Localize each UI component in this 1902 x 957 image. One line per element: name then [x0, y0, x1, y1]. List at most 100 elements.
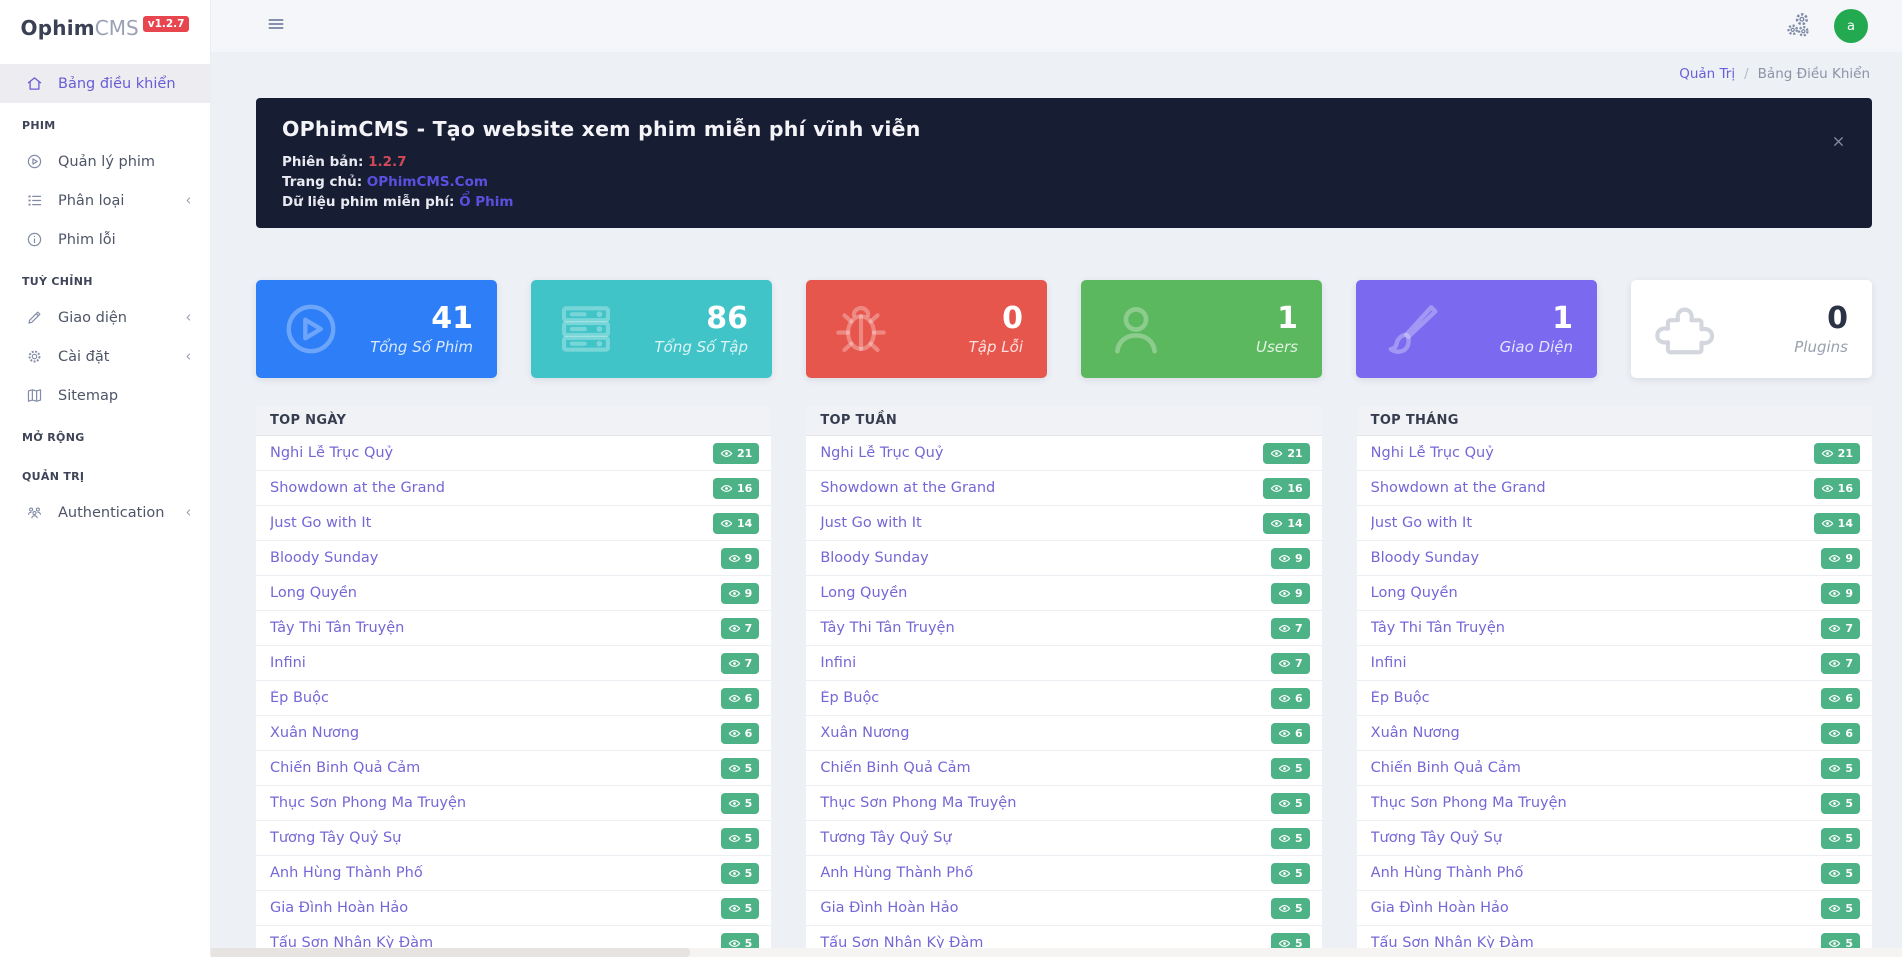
sidebar-item-phim-loi[interactable]: Phim lỗi	[0, 220, 210, 259]
movie-title-link[interactable]: Tây Thi Tân Truyện	[270, 620, 404, 636]
sidebar-item-cai-dat[interactable]: Cài đặt	[0, 337, 210, 376]
sidebar-nav: Bảng điều khiển PHIM Quản lý phim Phân l…	[0, 56, 210, 532]
movie-title-link[interactable]: Ép Buộc	[1371, 690, 1430, 706]
list-item: Nghi Lễ Trục Quỷ 21	[1356, 436, 1872, 471]
movie-title-link[interactable]: Just Go with It	[270, 515, 371, 531]
list-item: Gia Đình Hoàn Hảo 5	[256, 891, 772, 926]
movie-title-link[interactable]: Tây Thi Tân Truyện	[820, 620, 954, 636]
list-item: Tây Thi Tân Truyện 7	[806, 611, 1322, 646]
movie-title-link[interactable]: Long Quyền	[820, 585, 907, 601]
list-item: Tương Tây Quỷ Sự 5	[1356, 821, 1872, 856]
movie-title-link[interactable]: Gia Đình Hoàn Hảo	[270, 900, 408, 916]
sidebar-item-quan-ly-phim[interactable]: Quản lý phim	[0, 142, 210, 181]
movie-title-link[interactable]: Just Go with It	[820, 515, 921, 531]
banner-line: Trang chủ: OPhimCMS.Com	[282, 172, 1846, 192]
sidebar-item-phan-loai[interactable]: Phân loại	[0, 181, 210, 220]
movie-title-link[interactable]: Xuân Nương	[820, 725, 909, 741]
banner-line: Dữ liệu phim miễn phí: Ổ Phim	[282, 192, 1846, 212]
movie-title-link[interactable]: Chiến Binh Quả Cảm	[270, 760, 420, 776]
movie-title-link[interactable]: Ép Buộc	[270, 690, 329, 706]
movie-title-link[interactable]: Chiến Binh Quả Cảm	[1371, 760, 1521, 776]
list-icon	[26, 192, 43, 209]
views-badge: 5	[720, 792, 760, 814]
stat-card-tap-loi[interactable]: 0 Tập Lỗi	[806, 280, 1047, 378]
hamburger-menu-button[interactable]	[266, 14, 286, 38]
content: Quản Trị / Bảng Điều Khiển OPhimCMS - Tạ…	[210, 52, 1902, 957]
views-count: 9	[744, 586, 753, 600]
views-count: 9	[1845, 551, 1853, 565]
movie-title-link[interactable]: Tương Tây Quỷ Sự	[1371, 830, 1502, 846]
eye-icon	[1828, 692, 1841, 705]
sidebar-item-giao-dien[interactable]: Giao diện	[0, 298, 210, 337]
movie-title-link[interactable]: Bloody Sunday	[1371, 550, 1479, 566]
banner-link-o-phim[interactable]: Ổ Phim	[459, 194, 513, 210]
gear-icon	[26, 348, 43, 365]
movie-title-link[interactable]: Gia Đình Hoàn Hảo	[820, 900, 958, 916]
views-count: 5	[744, 761, 753, 775]
views-badge: 9	[1271, 547, 1310, 569]
movie-title-link[interactable]: Nghi Lễ Trục Quỷ	[820, 445, 943, 461]
movie-title-link[interactable]: Tây Thi Tân Truyện	[1371, 620, 1505, 636]
views-count: 9	[1845, 586, 1853, 600]
movie-title-link[interactable]: Showdown at the Grand	[1371, 480, 1546, 496]
sidebar-item-sitemap[interactable]: Sitemap	[0, 376, 210, 415]
sidebar-item-label: Bảng điều khiển	[58, 75, 176, 92]
top-list-header: TOP TUẦN	[806, 406, 1322, 436]
movie-title-link[interactable]: Infini	[820, 655, 856, 671]
movie-title-link[interactable]: Anh Hùng Thành Phố	[1371, 865, 1524, 881]
movie-title-link[interactable]: Nghi Lễ Trục Quỷ	[270, 445, 393, 461]
sidebar-item-authentication[interactable]: Authentication	[0, 493, 210, 532]
movie-title-link[interactable]: Anh Hùng Thành Phố	[270, 865, 423, 881]
movie-title-link[interactable]: Long Quyền	[270, 585, 357, 601]
movie-title-link[interactable]: Gia Đình Hoàn Hảo	[1371, 900, 1509, 916]
movie-title-link[interactable]: Anh Hùng Thành Phố	[820, 865, 973, 881]
views-badge: 9	[1821, 547, 1860, 569]
bug-icon	[830, 298, 892, 360]
movie-title-link[interactable]: Tương Tây Quỷ Sự	[820, 830, 951, 846]
movie-title-link[interactable]: Just Go with It	[1371, 515, 1472, 531]
views-badge: 7	[1821, 617, 1860, 639]
movie-title-link[interactable]: Ép Buộc	[820, 690, 879, 706]
movie-title-link[interactable]: Showdown at the Grand	[820, 480, 995, 496]
eye-icon	[720, 517, 733, 530]
movie-title-link[interactable]: Bloody Sunday	[820, 550, 928, 566]
movie-title-link[interactable]: Infini	[270, 655, 306, 671]
top-list-top-ngay: TOP NGÀY Nghi Lễ Trục Quỷ 21 Showdown at…	[256, 406, 772, 957]
stat-card-tong-so-phim[interactable]: 41 Tổng Số Phim	[256, 280, 497, 378]
movie-title-link[interactable]: Thục Sơn Phong Ma Truyện	[820, 795, 1016, 811]
movie-title-link[interactable]: Nghi Lễ Trục Quỷ	[1371, 445, 1494, 461]
views-count: 5	[1295, 866, 1303, 880]
movie-title-link[interactable]: Thục Sơn Phong Ma Truyện	[270, 795, 466, 811]
horizontal-scrollbar[interactable]	[0, 948, 1902, 957]
movie-title-link[interactable]: Infini	[1371, 655, 1407, 671]
movie-title-link[interactable]: Showdown at the Grand	[270, 480, 445, 496]
eye-icon	[1821, 517, 1834, 530]
banner-link-ophimcms-com[interactable]: OPhimCMS.Com	[367, 174, 488, 190]
stat-card-users[interactable]: 1 Users	[1081, 280, 1322, 378]
list-item: Ép Buộc 6	[256, 681, 772, 716]
stat-card-plugins[interactable]: 0 Plugins	[1631, 280, 1872, 378]
stat-card-giao-dien[interactable]: 1 Giao Diện	[1356, 280, 1597, 378]
movie-title-link[interactable]: Chiến Binh Quả Cảm	[820, 760, 970, 776]
stat-cards: 41 Tổng Số Phim 86 Tổng Số Tập 0 Tập Lỗi…	[256, 280, 1872, 378]
movie-title-link[interactable]: Long Quyền	[1371, 585, 1458, 601]
views-count: 21	[1837, 446, 1853, 460]
breadcrumb-link[interactable]: Quản Trị	[1679, 66, 1735, 82]
banner-close-button[interactable]	[1831, 134, 1846, 153]
movie-title-link[interactable]: Xuân Nương	[270, 725, 359, 741]
movie-title-link[interactable]: Tương Tây Quỷ Sự	[270, 830, 401, 846]
views-badge: 7	[1821, 652, 1860, 674]
user-avatar[interactable]: a	[1834, 9, 1868, 43]
views-count: 6	[1845, 726, 1853, 740]
movie-title-link[interactable]: Thục Sơn Phong Ma Truyện	[1371, 795, 1567, 811]
movie-title-link[interactable]: Bloody Sunday	[270, 550, 378, 566]
stat-card-tong-so-tap[interactable]: 86 Tổng Số Tập	[531, 280, 772, 378]
list-item: Xuân Nương 6	[256, 716, 772, 751]
movie-title-link[interactable]: Xuân Nương	[1371, 725, 1460, 741]
sidebar-item-bang-dieu-khien[interactable]: Bảng điều khiển	[0, 64, 210, 103]
eye-icon	[728, 902, 741, 915]
settings-gears-button[interactable]	[1785, 11, 1812, 42]
chevron-left-icon	[183, 312, 194, 323]
app-logo[interactable]: Ophim CMS v1.2.7	[0, 0, 210, 56]
list-item: Xuân Nương 6	[806, 716, 1322, 751]
